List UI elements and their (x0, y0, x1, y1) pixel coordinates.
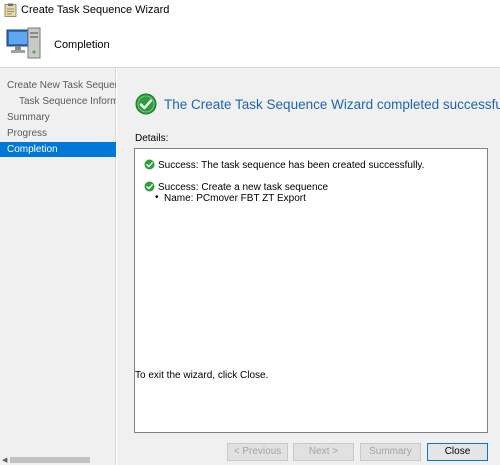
details-box: Success: The task sequence has been crea… (134, 148, 488, 433)
scrollbar-thumb[interactable] (10, 457, 90, 463)
success-check-icon (144, 181, 155, 192)
button-row: < Previous Next > Summary Close (117, 443, 500, 465)
close-button[interactable]: Close (427, 443, 488, 461)
success-check-icon (144, 159, 155, 170)
sidebar-item-create-new-task-sequence: Create New Task Sequence (7, 80, 116, 91)
wizard-steps-sidebar: Create New Task Sequence Task Sequence I… (0, 68, 116, 465)
exit-instructions: To exit the wizard, click Close. (135, 370, 269, 381)
details-line-create-task-sequence: Success: Create a new task sequence (158, 182, 329, 193)
page-title: Completion (54, 39, 110, 51)
next-button[interactable]: Next > (293, 443, 354, 461)
details-label: Details: (135, 133, 169, 144)
title-bar: Create Task Sequence Wizard (0, 0, 500, 20)
wizard-header: Completion (0, 20, 500, 68)
sidebar-item-completion: Completion (0, 142, 116, 157)
computer-icon (6, 27, 41, 59)
main-content: The Create Task Sequence Wizard complete… (117, 68, 500, 465)
summary-button[interactable]: Summary (360, 443, 421, 461)
completion-headline: The Create Task Sequence Wizard complete… (164, 97, 500, 112)
sidebar-item-task-sequence-information: Task Sequence Informatio (19, 96, 116, 107)
details-line-task-sequence-created: Success: The task sequence has been crea… (158, 160, 425, 171)
sidebar-item-progress: Progress (7, 128, 48, 139)
sidebar-horizontal-scrollbar[interactable]: ◀ (0, 455, 116, 465)
scroll-left-arrow-icon[interactable]: ◀ (2, 456, 7, 464)
previous-button[interactable]: < Previous (227, 443, 288, 461)
sidebar-item-summary: Summary (7, 112, 50, 123)
bullet: • (155, 192, 159, 203)
clipboard-icon (4, 3, 17, 17)
success-check-icon (135, 93, 157, 115)
window-title: Create Task Sequence Wizard (21, 4, 170, 16)
details-line-name: Name: PCmover FBT ZT Export (164, 193, 306, 204)
